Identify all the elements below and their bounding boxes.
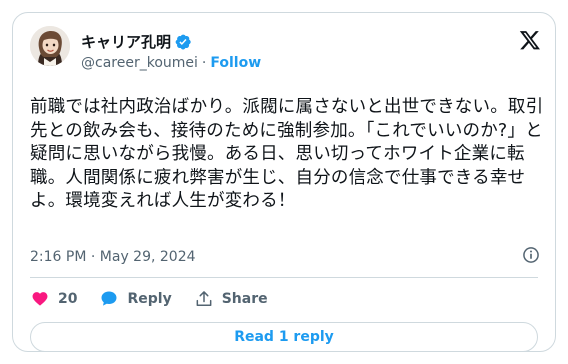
handle-separator: ·: [201, 55, 207, 71]
handle-row: @career_koumei · Follow: [81, 55, 261, 71]
tweet-date: May 29, 2024: [99, 249, 196, 265]
heart-icon: [32, 292, 48, 306]
tweet-actions: 20 Reply Share: [30, 289, 290, 309]
like-count: 20: [58, 291, 78, 307]
tweet-text: 前職では社内政治ばかり。派閥に属さないと出世できない。取引先との飲み会も、接待の…: [30, 97, 544, 211]
verified-badge-icon: [175, 34, 191, 49]
tweet-timestamp[interactable]: 2:16 PM · May 29, 2024: [30, 249, 196, 265]
author-name-row: キャリア孔明: [81, 31, 192, 52]
reply-label: Reply: [127, 291, 172, 307]
author-handle[interactable]: @career_koumei: [81, 55, 198, 71]
share-label: Share: [221, 291, 268, 307]
avatar[interactable]: [30, 26, 70, 66]
share-button[interactable]: Share: [194, 289, 268, 309]
author-name[interactable]: キャリア孔明: [81, 31, 171, 52]
tweet-time: 2:16 PM: [30, 249, 87, 265]
info-icon[interactable]: [521, 245, 541, 265]
like-button[interactable]: 20: [30, 289, 77, 309]
divider: [30, 277, 538, 278]
share-icon: [196, 291, 212, 306]
follow-button[interactable]: Follow: [210, 55, 261, 71]
read-replies-button[interactable]: Read 1 reply: [30, 322, 538, 352]
reply-button[interactable]: Reply: [99, 289, 172, 309]
x-logo-icon[interactable]: [519, 29, 541, 51]
reply-bubble-icon: [101, 291, 117, 306]
timestamp-separator: ·: [90, 249, 96, 265]
tweet-card: キャリア孔明 @career_koumei · Follow 前職では社内政治ば…: [12, 12, 556, 352]
